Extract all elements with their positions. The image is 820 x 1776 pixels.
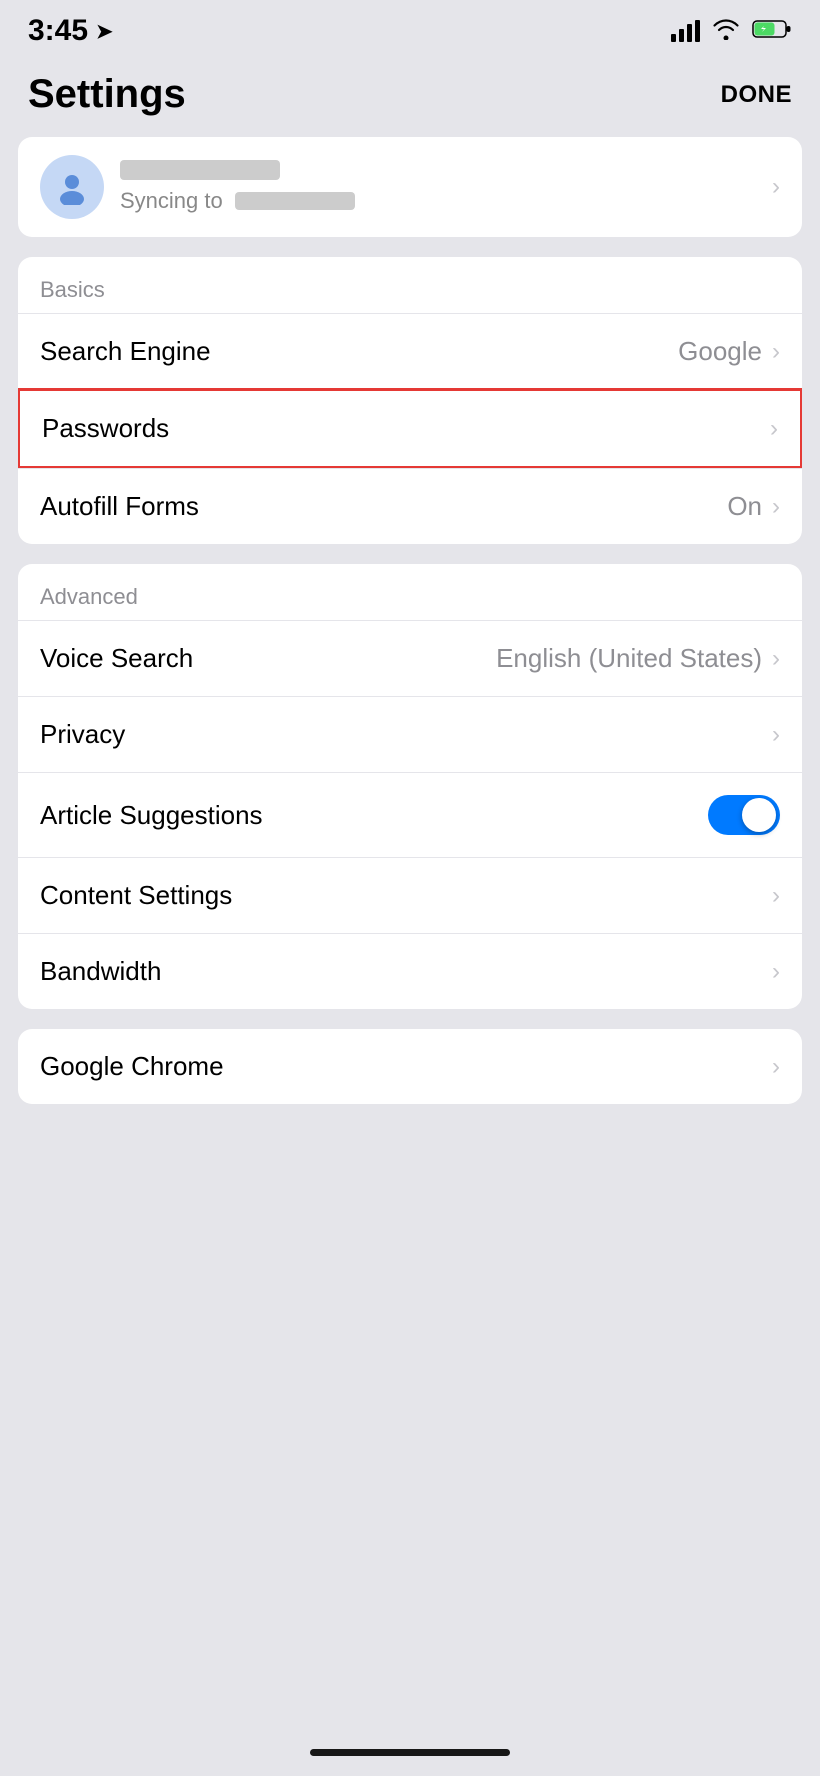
search-engine-label: Search Engine <box>40 336 211 367</box>
voice-search-chevron: › <box>772 645 780 673</box>
voice-search-row[interactable]: Voice Search English (United States) › <box>18 620 802 696</box>
toggle-knob <box>742 798 776 832</box>
google-chrome-chevron: › <box>772 1053 780 1081</box>
bandwidth-right: › <box>772 958 780 986</box>
search-engine-chevron: › <box>772 338 780 366</box>
privacy-chevron: › <box>772 721 780 749</box>
syncing-label: Syncing to <box>120 188 223 214</box>
location-icon: ➤ <box>96 19 113 44</box>
article-suggestions-row[interactable]: Article Suggestions <box>18 772 802 857</box>
voice-search-right: English (United States) › <box>496 643 780 674</box>
account-card: Syncing to › <box>18 137 802 237</box>
search-engine-value: Google <box>678 336 762 367</box>
google-chrome-label: Google Chrome <box>40 1051 224 1082</box>
status-time: 3:45 ➤ <box>28 14 113 48</box>
wifi-icon <box>712 18 740 45</box>
voice-search-value: English (United States) <box>496 643 762 674</box>
account-info: Syncing to <box>120 160 772 214</box>
article-suggestions-right <box>708 795 780 835</box>
account-name-blur <box>120 160 280 180</box>
signal-icon <box>671 20 700 42</box>
voice-search-label: Voice Search <box>40 643 193 674</box>
basics-card: Basics Search Engine Google › Passwords … <box>18 257 802 544</box>
search-engine-right: Google › <box>678 336 780 367</box>
bandwidth-chevron: › <box>772 958 780 986</box>
autofill-forms-label: Autofill Forms <box>40 491 199 522</box>
person-icon <box>54 169 90 205</box>
autofill-forms-value: On <box>727 491 762 522</box>
search-engine-row[interactable]: Search Engine Google › <box>18 313 802 389</box>
status-icons <box>671 18 792 45</box>
autofill-forms-right: On › <box>727 491 780 522</box>
content-settings-right: › <box>772 882 780 910</box>
article-suggestions-toggle[interactable] <box>708 795 780 835</box>
article-suggestions-label: Article Suggestions <box>40 800 263 831</box>
google-chrome-right: › <box>772 1053 780 1081</box>
privacy-right: › <box>772 721 780 749</box>
passwords-chevron: › <box>770 415 778 443</box>
bandwidth-label: Bandwidth <box>40 956 161 987</box>
privacy-label: Privacy <box>40 719 125 750</box>
bandwidth-row[interactable]: Bandwidth › <box>18 933 802 1009</box>
content-settings-chevron: › <box>772 882 780 910</box>
passwords-right: › <box>770 415 778 443</box>
avatar <box>40 155 104 219</box>
page-title: Settings <box>28 72 186 117</box>
google-chrome-card: Google Chrome › <box>18 1029 802 1104</box>
privacy-row[interactable]: Privacy › <box>18 696 802 772</box>
content-settings-label: Content Settings <box>40 880 232 911</box>
status-bar: 3:45 ➤ <box>0 0 820 56</box>
basics-section-header: Basics <box>18 257 802 313</box>
advanced-card: Advanced Voice Search English (United St… <box>18 564 802 1009</box>
page-header: Settings DONE <box>0 56 820 137</box>
autofill-forms-chevron: › <box>772 493 780 521</box>
account-sync: Syncing to <box>120 188 772 214</box>
passwords-label: Passwords <box>42 413 169 444</box>
account-email-blur <box>235 192 355 210</box>
account-row[interactable]: Syncing to › <box>18 137 802 237</box>
passwords-row[interactable]: Passwords › <box>18 388 802 469</box>
advanced-section-header: Advanced <box>18 564 802 620</box>
content-settings-row[interactable]: Content Settings › <box>18 857 802 933</box>
autofill-forms-row[interactable]: Autofill Forms On › <box>18 468 802 544</box>
home-indicator <box>310 1749 510 1756</box>
battery-icon <box>752 18 792 45</box>
done-button[interactable]: DONE <box>721 81 792 109</box>
time-label: 3:45 <box>28 14 88 48</box>
account-chevron: › <box>772 173 780 201</box>
google-chrome-row[interactable]: Google Chrome › <box>18 1029 802 1104</box>
